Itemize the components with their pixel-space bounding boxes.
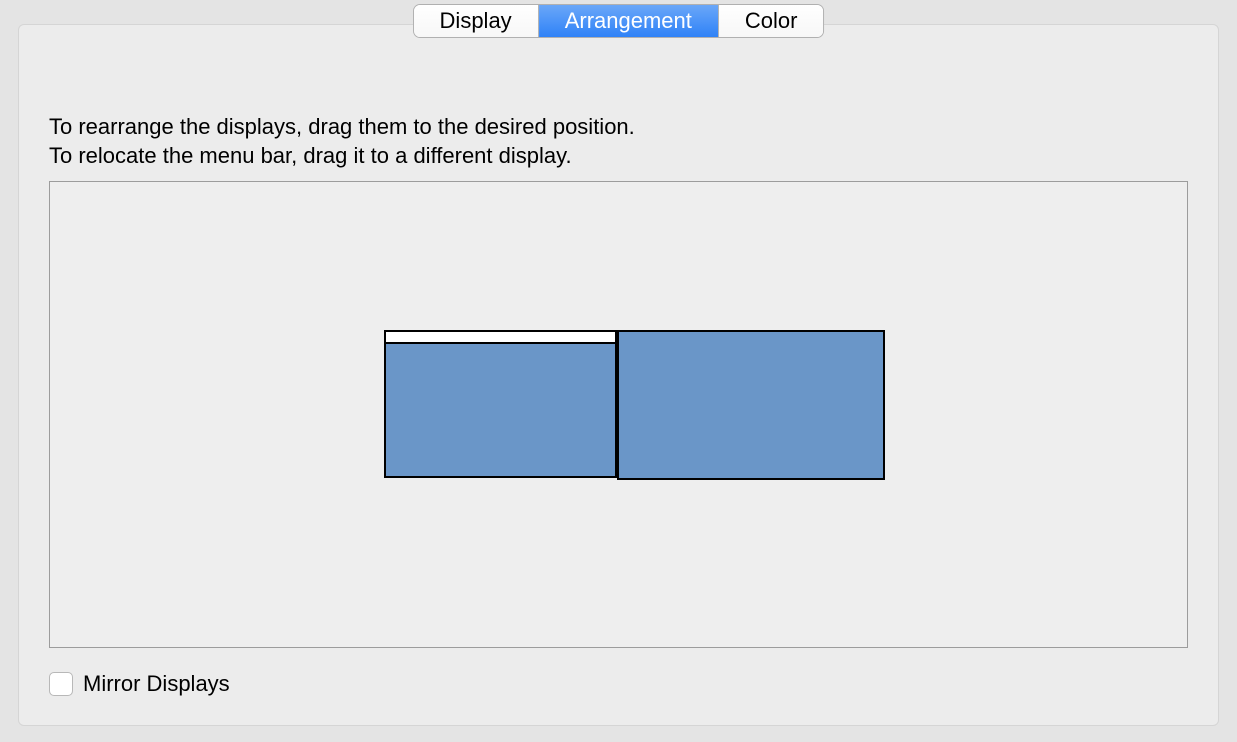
menu-bar-strip[interactable] bbox=[386, 332, 615, 344]
tab-display[interactable]: Display bbox=[414, 5, 539, 37]
mirror-displays-label: Mirror Displays bbox=[83, 671, 230, 697]
instruction-text: To rearrange the displays, drag them to … bbox=[49, 113, 635, 170]
tab-display-label: Display bbox=[440, 10, 512, 32]
tab-color[interactable]: Color bbox=[719, 5, 824, 37]
tabs-segmented-control: Display Arrangement Color bbox=[413, 4, 825, 38]
tab-arrangement-label: Arrangement bbox=[565, 10, 692, 32]
arrangement-well bbox=[49, 181, 1188, 648]
displays-stage bbox=[50, 182, 1187, 647]
display-secondary[interactable] bbox=[617, 330, 885, 480]
display-primary[interactable] bbox=[384, 330, 617, 478]
instruction-line-1: To rearrange the displays, drag them to … bbox=[49, 113, 635, 142]
tab-arrangement[interactable]: Arrangement bbox=[539, 5, 719, 37]
instruction-line-2: To relocate the menu bar, drag it to a d… bbox=[49, 142, 635, 171]
display-prefs-window: To rearrange the displays, drag them to … bbox=[0, 0, 1237, 742]
tab-color-label: Color bbox=[745, 10, 798, 32]
mirror-displays-row: Mirror Displays bbox=[49, 671, 230, 697]
arrangement-panel: To rearrange the displays, drag them to … bbox=[18, 24, 1219, 726]
mirror-displays-checkbox[interactable] bbox=[49, 672, 73, 696]
